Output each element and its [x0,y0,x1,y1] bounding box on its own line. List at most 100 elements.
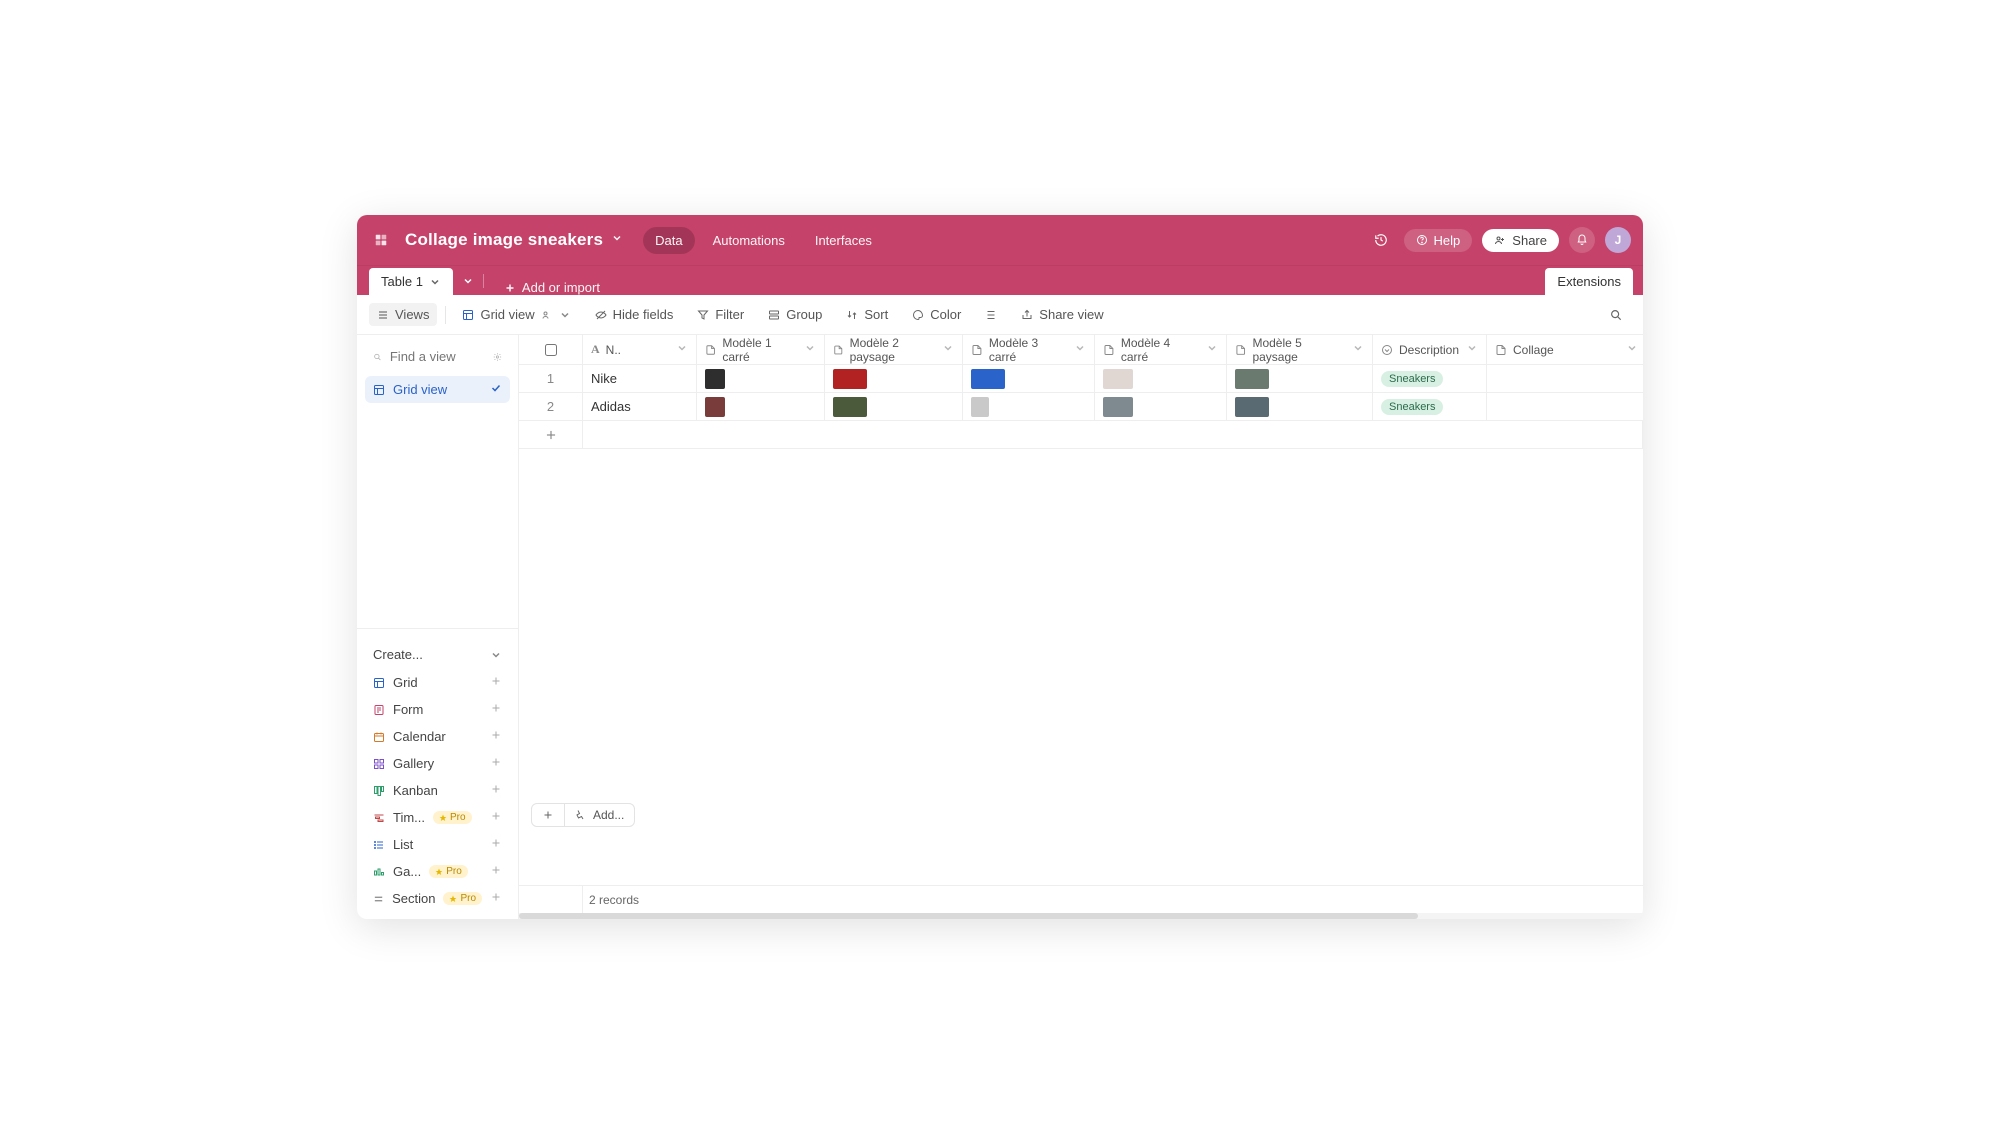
gear-icon[interactable] [493,351,502,363]
chevron-down-icon[interactable] [1352,342,1364,357]
plus-icon[interactable] [490,864,502,879]
add-or-import-button[interactable]: Add or import [504,280,600,295]
extensions-tab[interactable]: Extensions [1545,268,1633,295]
quick-add-menu[interactable]: Add... [564,804,634,826]
add-record-button[interactable] [519,421,583,448]
col-modele-5[interactable]: Modèle 5 paysage [1227,335,1373,364]
col-modele-2[interactable]: Modèle 2 paysage [825,335,963,364]
attachment-cell[interactable] [963,365,1095,392]
plus-icon[interactable] [490,702,502,717]
plus-icon[interactable] [490,891,502,906]
notifications-icon[interactable] [1569,227,1595,253]
col-modele-1[interactable]: Modèle 1 carré [697,335,825,364]
base-title[interactable]: Collage image sneakers [405,230,603,250]
attachment-cell[interactable] [1095,393,1227,420]
table-row[interactable]: 1 Nike Sneakers [519,365,1643,393]
chevron-down-icon[interactable] [1626,342,1638,357]
create-item-ga[interactable]: Ga... Pro [365,859,510,884]
chevron-down-icon[interactable] [1074,342,1086,357]
create-item-gallery[interactable]: Gallery [365,751,510,776]
thumbnail[interactable] [833,369,867,389]
collage-cell[interactable] [1487,393,1643,420]
col-collage[interactable]: Collage [1487,335,1643,364]
row-number-cell[interactable]: 1 [519,365,583,392]
thumbnail[interactable] [971,369,1005,389]
thumbnail[interactable] [1235,397,1269,417]
description-cell[interactable]: Sneakers [1373,365,1487,392]
row-number-cell[interactable]: 2 [519,393,583,420]
table-row[interactable]: 2 Adidas Sneakers [519,393,1643,421]
chevron-down-icon[interactable] [1206,342,1218,357]
group-button[interactable]: Group [760,303,830,326]
sort-button[interactable]: Sort [838,303,896,326]
nav-tab-data[interactable]: Data [643,227,694,254]
plus-icon[interactable] [490,837,502,852]
col-checkbox[interactable] [519,335,583,364]
hide-fields-button[interactable]: Hide fields [587,303,682,326]
search-records-button[interactable] [1601,304,1631,326]
view-search-input[interactable] [390,349,485,364]
plus-icon[interactable] [490,783,502,798]
thumbnail[interactable] [971,397,989,417]
chevron-down-icon[interactable] [676,342,688,357]
plus-icon[interactable] [490,810,502,825]
plus-icon[interactable] [490,756,502,771]
description-cell[interactable]: Sneakers [1373,393,1487,420]
attachment-cell[interactable] [963,393,1095,420]
col-description[interactable]: Description [1373,335,1487,364]
help-button[interactable]: Help [1404,229,1473,252]
table-tabs-dropdown[interactable] [459,272,477,290]
thumbnail[interactable] [705,397,725,417]
nav-tab-interfaces[interactable]: Interfaces [803,227,884,254]
chevron-down-icon[interactable] [1466,342,1478,357]
sidebar-view-grid[interactable]: Grid view [365,376,510,403]
plus-icon[interactable] [490,675,502,690]
thumbnail[interactable] [1103,369,1133,389]
create-item-list[interactable]: List [365,832,510,857]
select-all-checkbox[interactable] [545,344,557,356]
base-menu-chevron[interactable] [611,231,623,249]
horizontal-scrollbar[interactable] [519,913,1643,919]
chevron-down-icon[interactable] [429,276,441,288]
share-button[interactable]: Share [1482,229,1559,252]
thumbnail[interactable] [705,369,725,389]
current-view-button[interactable]: Grid view [454,303,578,326]
table-tab-active[interactable]: Table 1 [369,268,453,295]
chevron-down-icon[interactable] [559,309,571,321]
attachment-cell[interactable] [1227,365,1373,392]
create-section-header[interactable]: Create... [365,643,510,666]
thumbnail[interactable] [1103,397,1133,417]
thumbnail[interactable] [1235,369,1269,389]
attachment-cell[interactable] [1227,393,1373,420]
attachment-cell[interactable] [825,393,963,420]
history-icon[interactable] [1368,227,1394,253]
filter-button[interactable]: Filter [689,303,752,326]
create-item-kanban[interactable]: Kanban [365,778,510,803]
attachment-cell[interactable] [697,365,825,392]
views-toggle[interactable]: Views [369,303,437,326]
col-name[interactable]: A N.. [583,335,697,364]
nav-tab-automations[interactable]: Automations [701,227,797,254]
view-search[interactable] [365,343,510,370]
share-view-button[interactable]: Share view [1013,303,1111,326]
thumbnail[interactable] [833,397,867,417]
attachment-cell[interactable] [697,393,825,420]
create-item-grid[interactable]: Grid [365,670,510,695]
avatar[interactable]: J [1605,227,1631,253]
attachment-cell[interactable] [825,365,963,392]
collage-cell[interactable] [1487,365,1643,392]
quick-add-record[interactable] [532,804,564,826]
create-item-section[interactable]: Section Pro [365,886,510,911]
col-modele-4[interactable]: Modèle 4 carré [1095,335,1227,364]
chevron-down-icon[interactable] [942,342,954,357]
color-button[interactable]: Color [904,303,969,326]
create-item-form[interactable]: Form [365,697,510,722]
plus-icon[interactable] [490,729,502,744]
create-item-calendar[interactable]: Calendar [365,724,510,749]
row-height-button[interactable] [977,305,1005,325]
name-cell[interactable]: Adidas [583,393,697,420]
name-cell[interactable]: Nike [583,365,697,392]
create-item-tim[interactable]: Tim... Pro [365,805,510,830]
chevron-down-icon[interactable] [804,342,816,357]
attachment-cell[interactable] [1095,365,1227,392]
